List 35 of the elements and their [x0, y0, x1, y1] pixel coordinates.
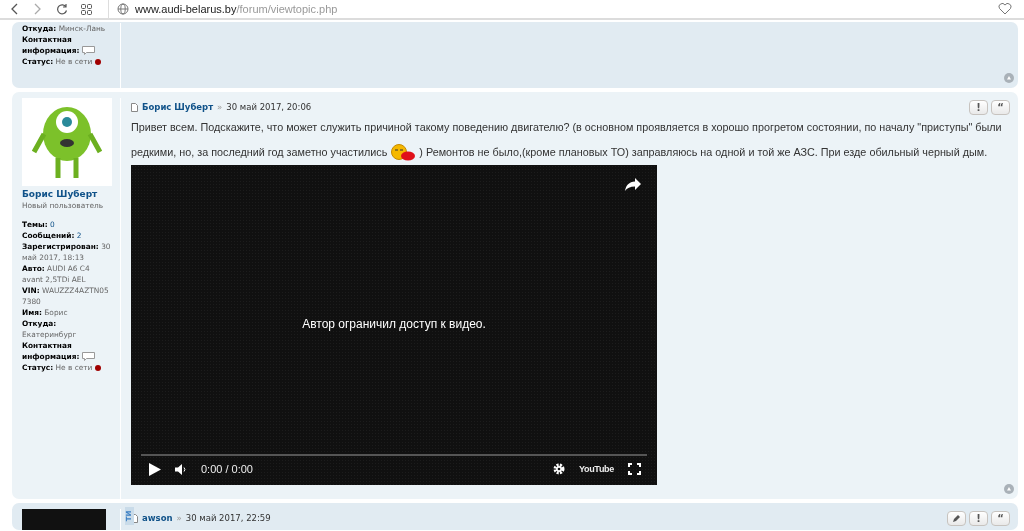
video-logo[interactable]: YouTube [578, 464, 614, 474]
post-text: редкими, но, за последний год заметно участились [131, 146, 388, 158]
post-action-button[interactable]: “ [991, 100, 1010, 115]
heart-icon[interactable] [998, 3, 1012, 15]
fullscreen-icon[interactable] [628, 463, 641, 475]
post-icon[interactable] [131, 102, 138, 112]
play-icon[interactable] [149, 462, 161, 476]
volume-icon[interactable] [175, 463, 187, 475]
post-text: Привет всем. Подскажите, что может служить причиной такому поведению двигателю? (в основном проявляется в хорошо прогретом состоянии, по началу "приступы" были [131, 121, 1002, 133]
smiley-icon [390, 144, 417, 163]
edit-button[interactable] [947, 511, 966, 526]
back-icon[interactable] [10, 3, 18, 15]
pencil-icon [952, 514, 961, 523]
share-icon[interactable] [625, 178, 641, 191]
separator: » [176, 513, 182, 523]
post-date: 30 май 2017, 20:06 [226, 102, 312, 112]
post-action-button[interactable]: ! [969, 511, 988, 526]
grid-icon[interactable] [80, 3, 92, 15]
video-time: 0:00 / 0:00 [201, 463, 253, 475]
post-action-button[interactable]: “ [991, 511, 1010, 526]
post-action-button[interactable]: ! [969, 100, 988, 115]
message-icon[interactable] [81, 352, 95, 362]
reload-icon[interactable] [56, 3, 68, 15]
message-icon[interactable] [81, 46, 95, 56]
globe-icon [117, 3, 129, 15]
post-text: ) Ремонтов не было,(кроме плановых ТО) заправляюсь на одной и той же АЗС. При езде обильный черный дым. [419, 146, 988, 158]
video-player[interactable]: Автор ограничил доступ к видео. 0:00 / 0:00 YouTube [131, 165, 657, 485]
post-date: 30 май 2017, 22:59 [185, 513, 271, 523]
author-link[interactable]: Борис Шуберт [142, 102, 214, 112]
separator: » [217, 102, 223, 112]
video-message: Автор ограничил доступ к видео. [301, 317, 487, 331]
author-link[interactable]: awson [142, 513, 173, 523]
settings-icon[interactable] [552, 463, 565, 475]
author-name[interactable]: Борис Шуберт [22, 189, 113, 200]
url-field[interactable]: www.audi-belarus.by/forum/viewtopic.php [135, 3, 338, 15]
